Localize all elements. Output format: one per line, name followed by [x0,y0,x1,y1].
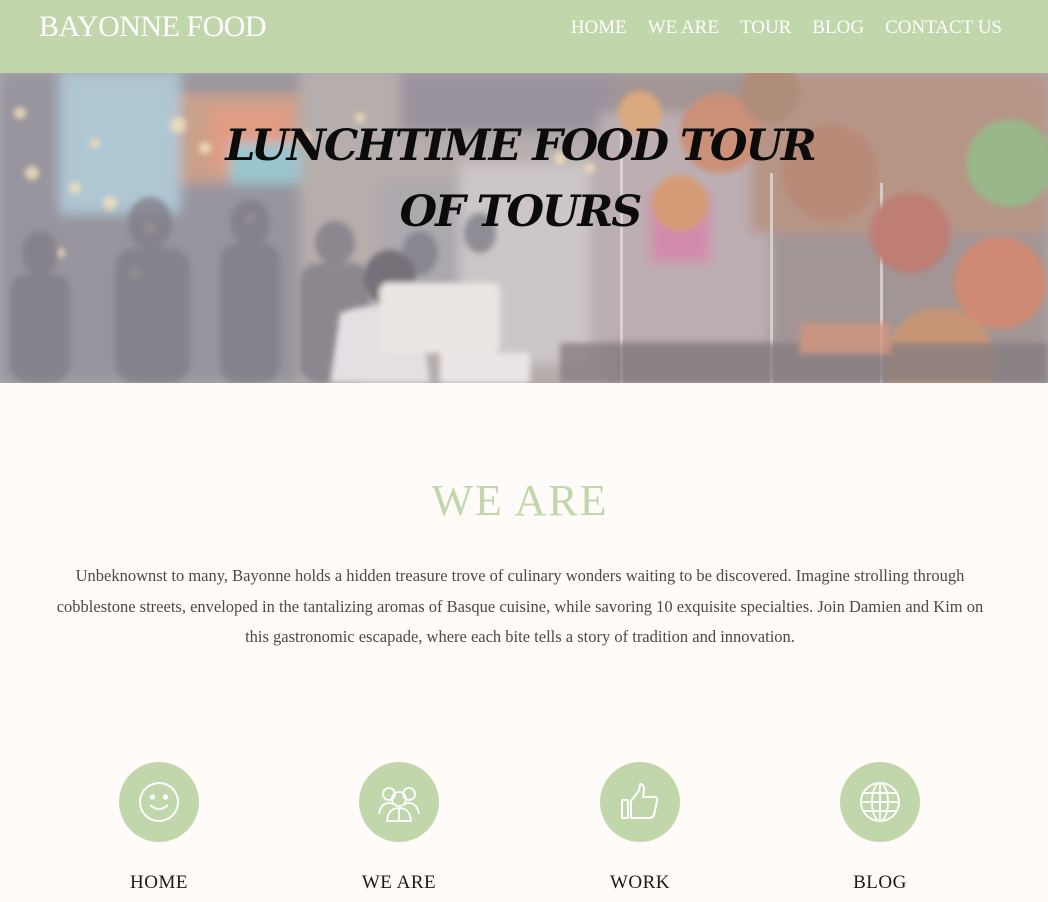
feature-icons-row: HOME WE ARE WORK BLOG [0,762,1048,902]
hero-title: LUNCHTIME FOOD TOUR OF TOURS [0,113,1040,245]
brand-logo[interactable]: BAYONNE FOOD [39,10,267,44]
feature-blog[interactable]: BLOG [800,762,960,894]
nav-link-we-are[interactable]: WE ARE [648,17,719,39]
feature-circle [600,762,680,842]
feature-label-home: HOME [130,872,188,893]
feature-label-work: WORK [609,872,671,893]
thumbs-up-icon [621,783,659,819]
people-icon [378,787,420,822]
feature-label-blog: BLOG [853,872,907,893]
nav-link-contact-us[interactable]: CONTACT US [885,17,1002,39]
globe-icon [860,782,900,822]
feature-circle [119,762,199,842]
feature-circle [359,762,439,842]
nav-link-blog[interactable]: BLOG [812,17,864,39]
feature-we-are[interactable]: WE ARE [319,762,479,894]
feature-circle [840,762,920,842]
hero-title-line-1: LUNCHTIME FOOD TOUR [225,121,816,171]
hero-banner: LUNCHTIME FOOD TOUR OF TOURS [0,73,1048,383]
about-heading: WE ARE [431,476,609,525]
feature-label-we-are: WE ARE [361,872,437,893]
nav-link-home[interactable]: HOME [571,17,627,39]
nav-menu: HOME WE ARE TOUR BLOG CONTACT US [571,17,1002,39]
feature-home[interactable]: HOME [79,762,239,894]
hero-title-line-2: OF TOURS [399,187,643,237]
nav-link-tour[interactable]: TOUR [740,17,791,39]
about-description: Unbeknownst to many, Bayonne holds a hid… [56,566,984,646]
smile-icon [139,782,179,822]
header-navbar: BAYONNE FOOD HOME WE ARE TOUR BLOG CONTA… [0,0,1048,73]
feature-work[interactable]: WORK [560,762,720,894]
